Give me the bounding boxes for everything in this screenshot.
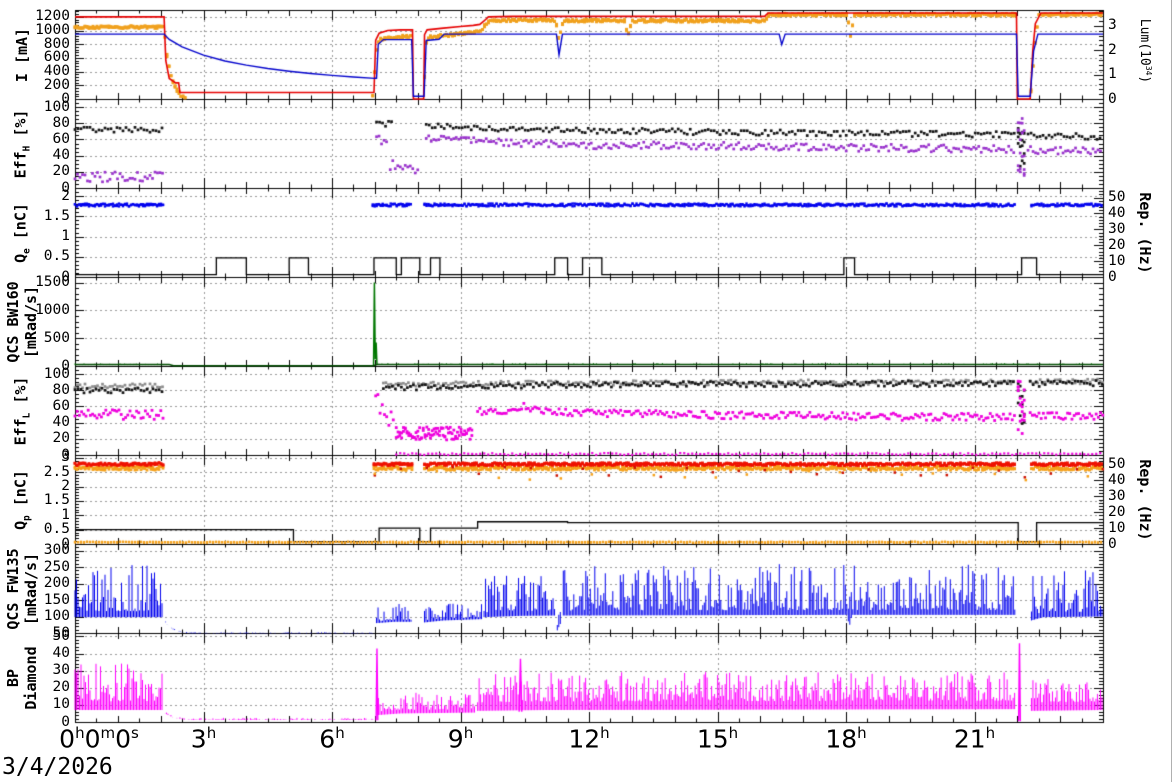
chart-canvas <box>0 0 1171 782</box>
accelerator-status-chart: 3/4/2026 0 200 400 600 800 1000 1200 0 1 2 3 Lum(10… <box>0 0 1172 782</box>
